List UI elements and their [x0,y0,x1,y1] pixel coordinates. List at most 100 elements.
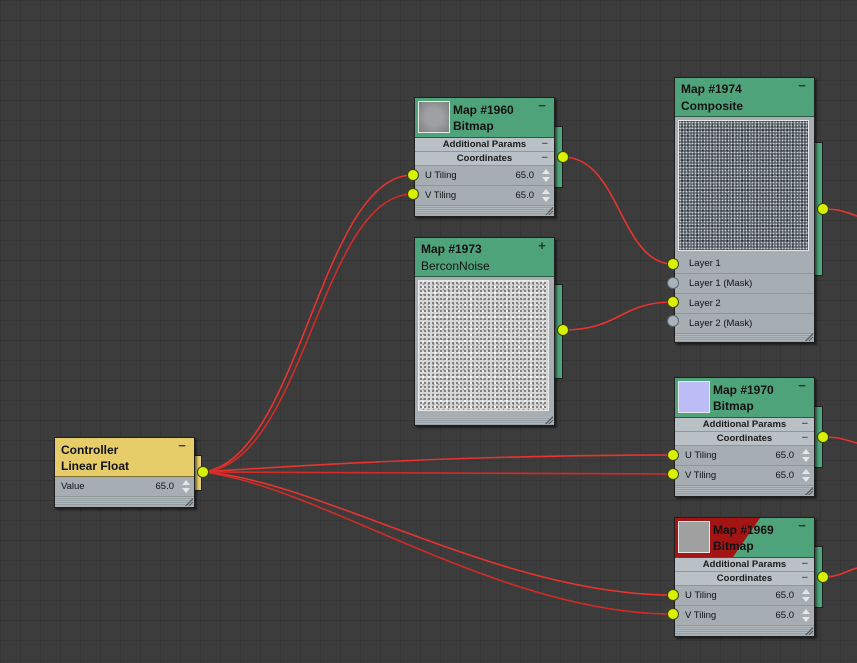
node-map-1970[interactable]: Map #1970 Bitmap − Additional Params − Co… [674,377,815,497]
node-header[interactable]: Map #1960 Bitmap − [415,98,554,138]
node-map-1960[interactable]: Map #1960 Bitmap − Additional Params − Co… [414,97,555,217]
input-socket-layer-2-mask[interactable] [667,315,679,327]
spinner-icon[interactable] [802,588,810,603]
node-type: Bitmap [713,539,754,553]
wire-controller-to-1960-vtiling [202,193,414,473]
collapse-button[interactable]: − [536,99,548,112]
input-socket-v-tiling[interactable] [667,468,679,480]
resize-corner-icon[interactable] [545,207,553,215]
bitmap-thumbnail [678,521,710,553]
wire-controller-to-1969-utiling [202,471,673,596]
node-type: Bitmap [713,399,754,413]
node-type: BerconNoise [421,259,490,273]
layer-2-mask[interactable]: Layer 2 (Mask) [675,314,814,334]
node-controller-linear-float[interactable]: Controller Linear Float − Value 65.0 [54,437,195,508]
spinner-icon[interactable] [802,608,810,623]
v-tiling-value[interactable]: 65.0 [776,466,795,485]
resize-grip[interactable] [415,206,554,214]
wire-controller-to-1970-vtiling [202,471,673,475]
v-tiling-value[interactable]: 65.0 [516,186,535,205]
collapse-button[interactable]: − [796,379,808,392]
u-tiling-value[interactable]: 65.0 [516,166,535,185]
resize-corner-icon[interactable] [185,498,193,506]
spinner-icon[interactable] [802,468,810,483]
param-u-tiling[interactable]: U Tiling 65.0 [415,166,554,186]
resize-grip[interactable] [55,497,194,505]
input-socket-u-tiling[interactable] [407,169,419,181]
param-u-tiling[interactable]: U Tiling 65.0 [675,446,814,466]
noise-preview-thumbnail [418,280,549,411]
param-u-tiling[interactable]: U Tiling 65.0 [675,586,814,606]
rollout-additional-params[interactable]: Additional Params − [415,138,554,152]
node-type: Bitmap [453,119,494,133]
node-map-1969[interactable]: Map #1969 Bitmap − Additional Params − Co… [674,517,815,637]
node-header[interactable]: Map #1970 Bitmap − [675,378,814,418]
node-title: Controller [61,443,119,457]
output-socket-1974[interactable] [817,203,829,215]
spinner-icon[interactable] [802,448,810,463]
spinner-icon[interactable] [182,479,190,494]
resize-corner-icon[interactable] [805,627,813,635]
input-socket-v-tiling[interactable] [407,188,419,200]
output-socket-1973[interactable] [557,324,569,336]
expand-button[interactable]: + [536,239,548,252]
layer-1[interactable]: Layer 1 [675,254,814,274]
collapse-button[interactable]: − [796,519,808,532]
param-v-tiling[interactable]: V Tiling 65.0 [675,606,814,626]
v-tiling-value[interactable]: 65.0 [776,606,795,625]
rollout-coordinates[interactable]: Coordinates − [675,572,814,586]
wire-1973-to-layer2 [562,301,674,331]
input-socket-layer-1-mask[interactable] [667,277,679,289]
value-field[interactable]: 65.0 [156,477,175,496]
output-socket-1969[interactable] [817,571,829,583]
wire-1960-to-layer1 [562,156,674,265]
input-socket-v-tiling[interactable] [667,608,679,620]
param-v-tiling[interactable]: V Tiling 65.0 [675,466,814,486]
node-header[interactable]: Map #1974 Composite − [675,78,814,117]
wire-controller-to-1969-vtiling [202,471,673,615]
rollout-coordinates[interactable]: Coordinates − [675,432,814,446]
rollout-additional-params[interactable]: Additional Params − [675,418,814,432]
output-socket-controller[interactable] [197,466,209,478]
collapse-button[interactable]: − [176,439,188,452]
param-value[interactable]: Value 65.0 [55,477,194,497]
rollout-additional-params[interactable]: Additional Params − [675,558,814,572]
node-header[interactable]: Map #1973 BerconNoise + [415,238,554,277]
layer-2[interactable]: Layer 2 [675,294,814,314]
collapse-button[interactable]: − [796,79,808,92]
node-id: Map #1974 [681,82,742,96]
resize-corner-icon[interactable] [545,416,553,424]
resize-corner-icon[interactable] [805,487,813,495]
rollout-coordinates[interactable]: Coordinates − [415,152,554,166]
input-socket-layer-1[interactable] [667,258,679,270]
node-id: Map #1973 [421,242,482,256]
input-socket-layer-2[interactable] [667,296,679,308]
wire-controller-to-1970-utiling [202,454,673,473]
output-socket-1970[interactable] [817,431,829,443]
u-tiling-value[interactable]: 65.0 [776,586,795,605]
u-tiling-value[interactable]: 65.0 [776,446,795,465]
layer-1-mask[interactable]: Layer 1 (Mask) [675,274,814,294]
node-header[interactable]: Controller Linear Float − [55,438,194,477]
param-v-tiling[interactable]: V Tiling 65.0 [415,186,554,206]
node-id: Map #1969 [713,523,774,537]
wire-controller-to-1960-utiling [202,174,414,473]
spinner-icon[interactable] [542,188,550,203]
resize-grip[interactable] [675,486,814,494]
output-socket-1960[interactable] [557,151,569,163]
node-id: Map #1960 [453,103,514,117]
bitmap-thumbnail [418,101,450,133]
resize-corner-icon[interactable] [805,333,813,341]
node-type: Linear Float [61,459,130,473]
resize-grip[interactable] [415,417,554,425]
node-map-1973[interactable]: Map #1973 BerconNoise + [414,237,555,426]
node-header[interactable]: Map #1969 Bitmap − [675,518,814,558]
resize-grip[interactable] [675,334,814,342]
resize-grip[interactable] [675,626,814,634]
input-socket-u-tiling[interactable] [667,449,679,461]
node-type: Composite [681,99,744,113]
node-map-1974[interactable]: Map #1974 Composite − Layer 1 Layer 1 (M… [674,77,815,343]
spinner-icon[interactable] [542,168,550,183]
composite-preview-thumbnail [678,120,809,251]
input-socket-u-tiling[interactable] [667,589,679,601]
